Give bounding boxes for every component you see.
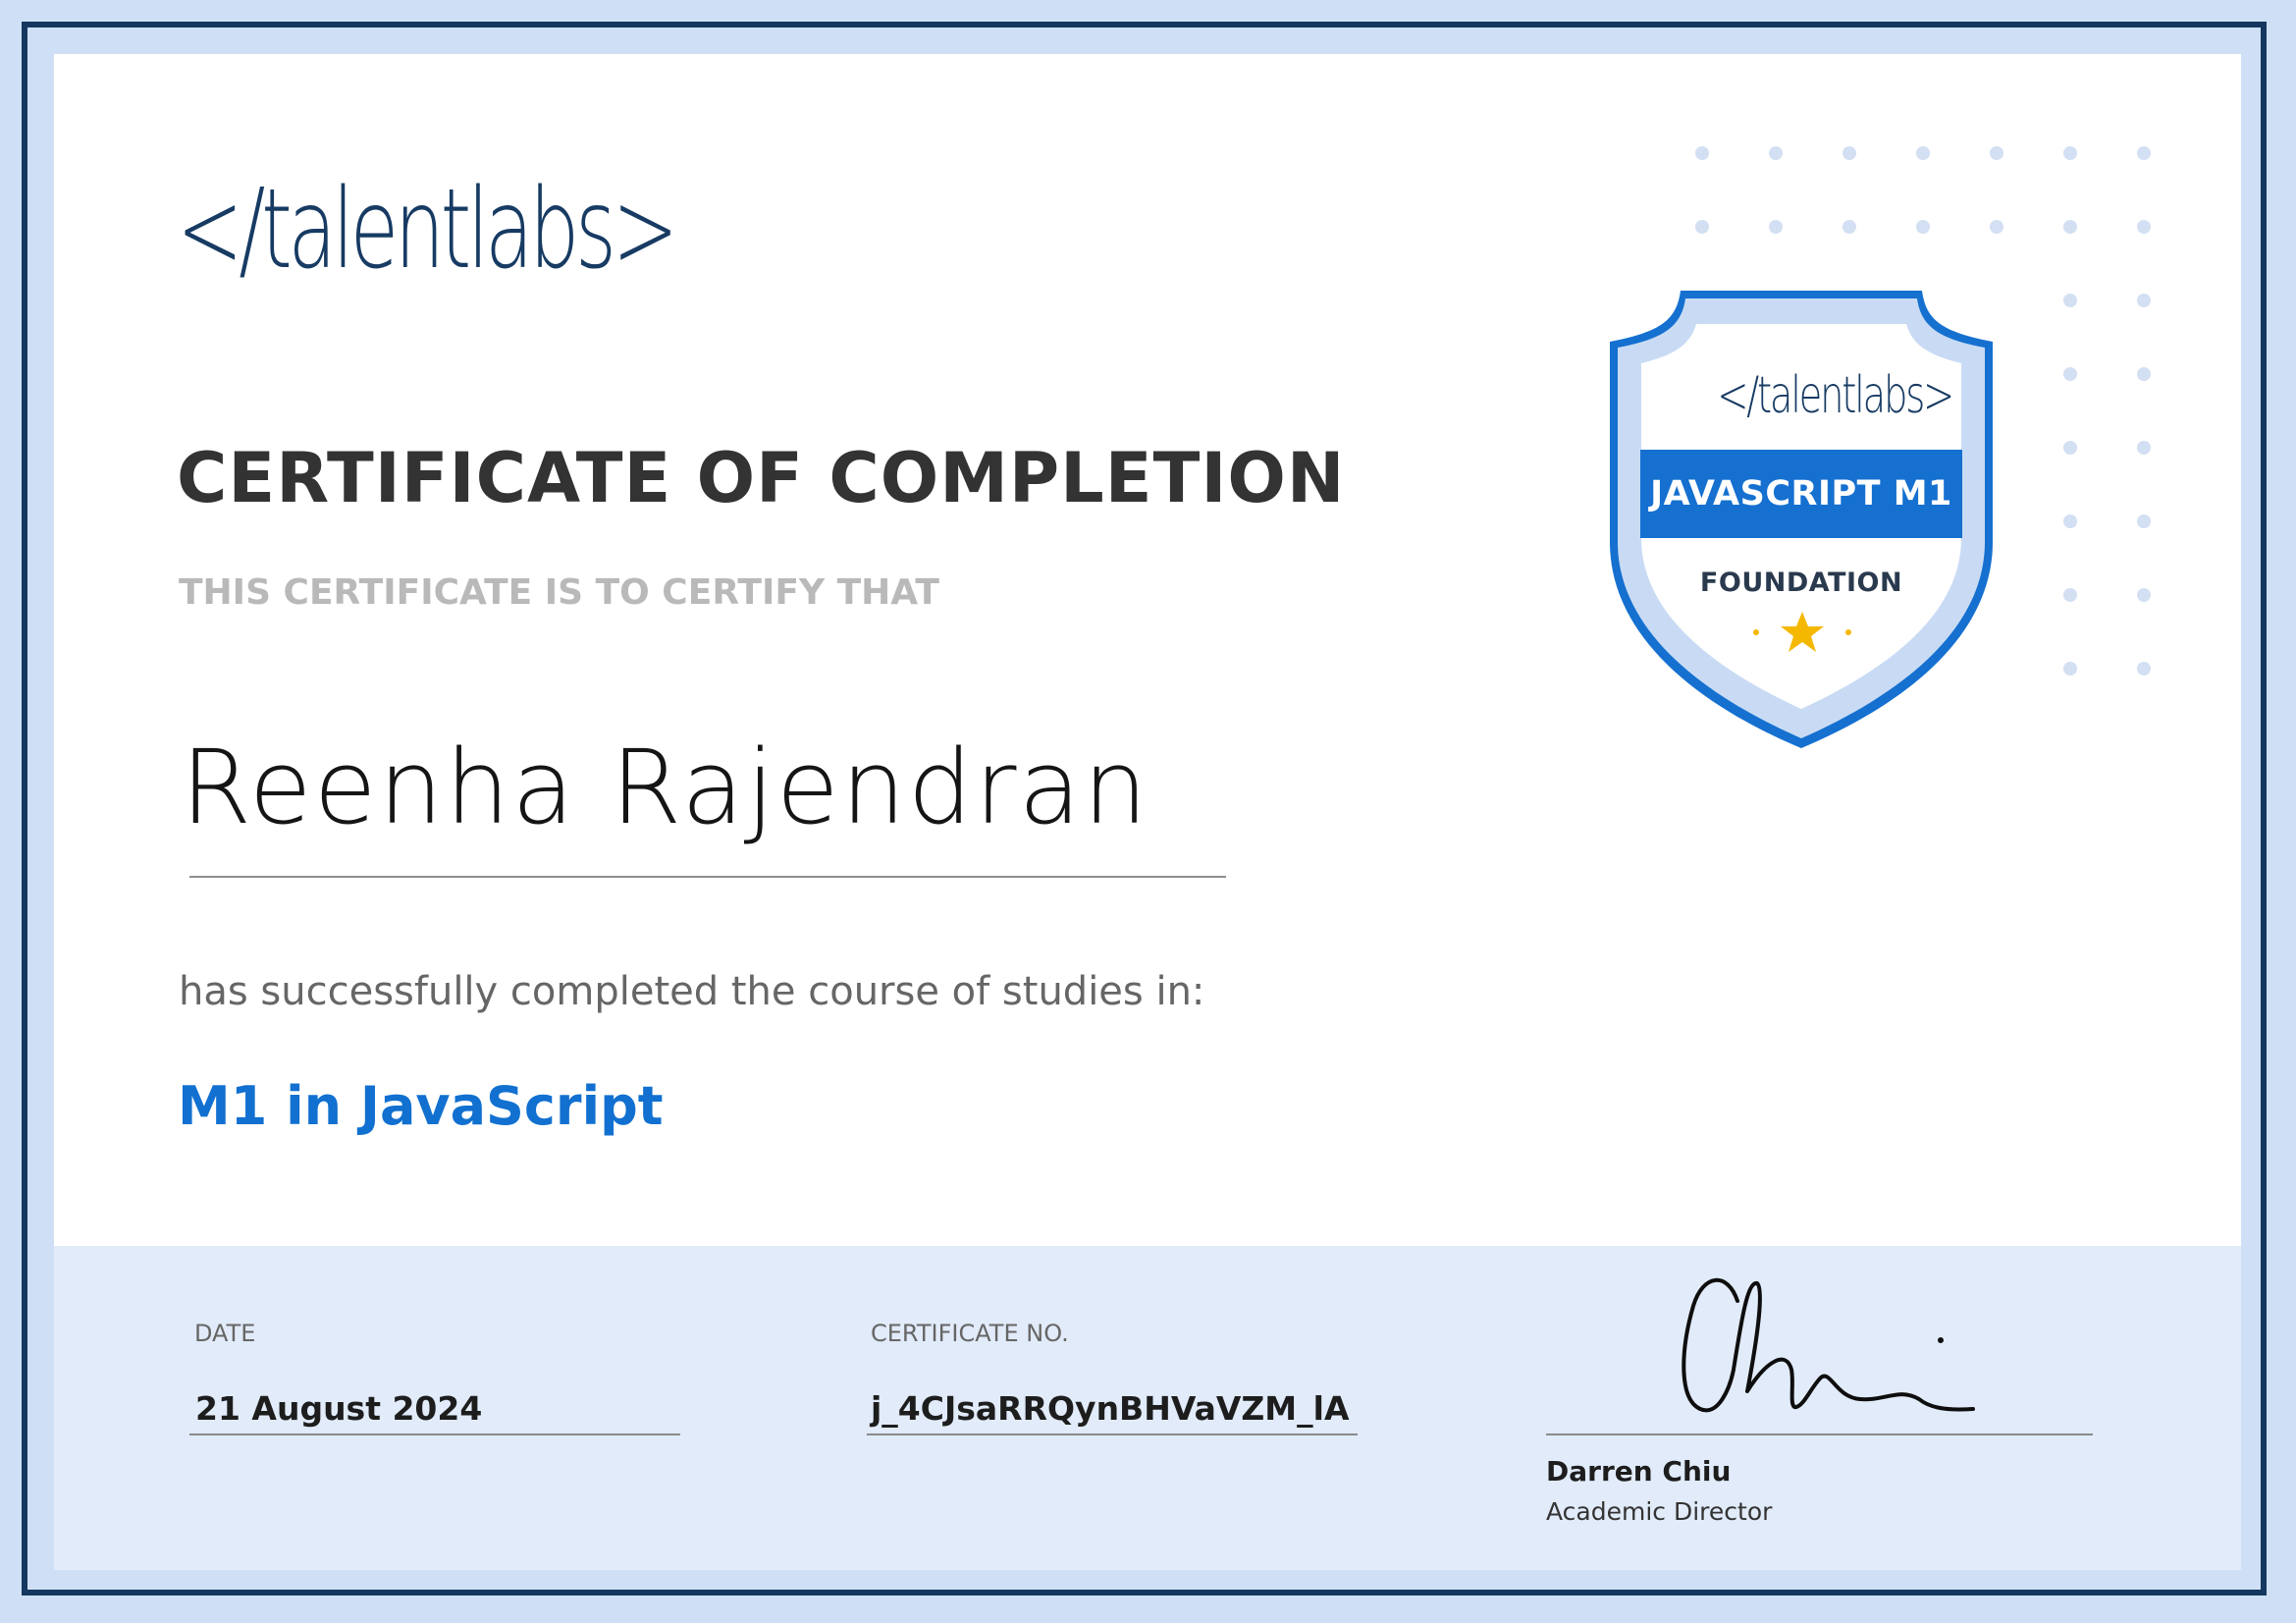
date-underline	[189, 1434, 680, 1435]
decorative-dot	[1916, 220, 1930, 234]
date-label: DATE	[194, 1320, 256, 1347]
star-icon	[1753, 612, 1851, 652]
badge-logo: </talentlabs>	[1717, 366, 1954, 425]
decorative-dot	[2137, 294, 2151, 307]
decorative-dot	[1990, 220, 2003, 234]
decorative-dot	[2137, 588, 2151, 602]
decorative-dot	[2063, 294, 2077, 307]
talentlabs-logo: </talentlabs>	[177, 166, 678, 294]
decorative-dot	[1916, 146, 1930, 160]
badge-course-band: JAVASCRIPT M1	[1640, 450, 1962, 538]
decorative-dot	[1842, 220, 1856, 234]
decorative-dot	[2063, 662, 2077, 676]
signer-name: Darren Chiu	[1546, 1455, 1732, 1488]
completion-statement: has successfully completed the course of…	[179, 969, 1205, 1014]
decorative-dot	[1695, 220, 1709, 234]
certificate-number-value: j_4CJsaRRQynBHVaVZM_lA	[871, 1389, 1350, 1428]
certificate-title: CERTIFICATE OF COMPLETION	[177, 438, 1346, 518]
decorative-dot	[1769, 146, 1783, 160]
badge-level: FOUNDATION	[1699, 568, 1903, 598]
decorative-dot	[2063, 441, 2077, 455]
signature-line	[1546, 1434, 2093, 1435]
signature-image	[1682, 1277, 1975, 1413]
recipient-name-underline	[189, 876, 1226, 878]
decorative-dot	[2137, 146, 2151, 160]
certify-subtitle: THIS CERTIFICATE IS TO CERTIFY THAT	[179, 572, 939, 613]
decorative-dot	[2063, 367, 2077, 381]
date-value: 21 August 2024	[195, 1389, 483, 1428]
decorative-dot	[2137, 220, 2151, 234]
decorative-dot	[2063, 588, 2077, 602]
signer-title: Academic Director	[1546, 1497, 1773, 1526]
certificate-number-label: CERTIFICATE NO.	[871, 1320, 1069, 1347]
decorative-dot	[1842, 146, 1856, 160]
decorative-dot	[2063, 220, 2077, 234]
decorative-dot	[1990, 146, 2003, 160]
decorative-dot	[1695, 146, 1709, 160]
certificate-number-underline	[867, 1434, 1358, 1435]
decorative-dot	[2137, 367, 2151, 381]
decorative-dot	[2137, 662, 2151, 676]
course-name: M1 in JavaScript	[178, 1075, 664, 1137]
decorative-dot	[2137, 441, 2151, 455]
decorative-dot	[1769, 220, 1783, 234]
decorative-dot	[2063, 514, 2077, 528]
recipient-name: Reenha Rajendran	[181, 728, 1150, 847]
decorative-dot	[2137, 514, 2151, 528]
decorative-dot	[2063, 146, 2077, 160]
